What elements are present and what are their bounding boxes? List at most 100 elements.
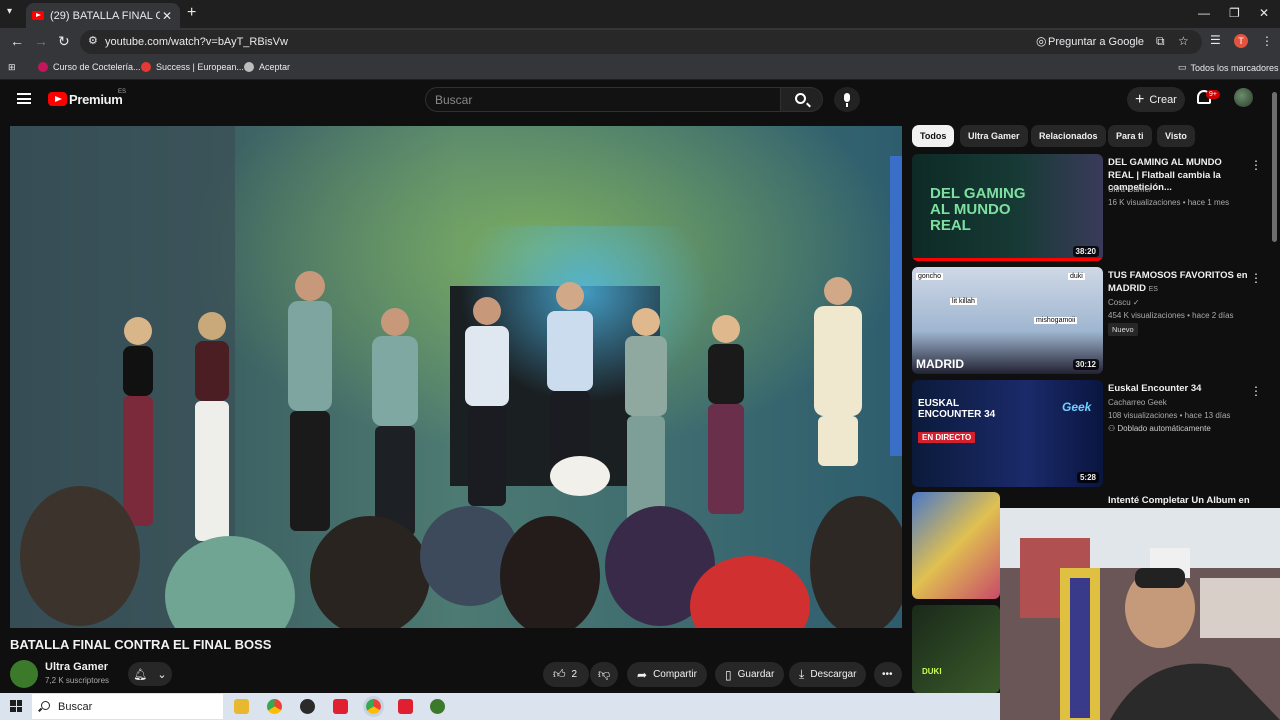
windows-taskbar: Buscar — [0, 693, 1000, 720]
subscription-bell-button[interactable]: 🔔︎ ⌄ — [128, 662, 172, 686]
browser-tab-active[interactable]: (29) BATALLA FINAL CONTRA EL FINAL BOSS … — [26, 3, 180, 28]
bookmark-icon: ▯ — [725, 667, 732, 682]
folder-icon: ▭ — [1178, 62, 1187, 72]
reload-icon[interactable]: ↻ — [58, 33, 70, 50]
chip-visto[interactable]: Visto — [1157, 125, 1195, 147]
thumbnail-label: lit killah — [950, 298, 977, 305]
region-code: ES — [118, 89, 127, 95]
youtube-premium-logo[interactable]: Premium — [69, 92, 123, 107]
restore-icon[interactable]: ❐ — [1229, 6, 1240, 20]
thumbnail-text: MADRID — [916, 357, 964, 371]
like-button[interactable]: 👍︎ 2 — [543, 662, 589, 687]
bookmark-item[interactable]: Curso de Coctelería... — [38, 62, 141, 72]
google-lens-icon[interactable]: ◎ — [1036, 34, 1046, 48]
create-label: Crear — [1149, 93, 1177, 106]
thumbnail-label: goncho — [916, 273, 943, 280]
tab-search-icon[interactable]: ▾ — [7, 6, 12, 17]
search-button[interactable] — [781, 87, 823, 112]
bookmark-label: Success | European... — [156, 62, 244, 72]
recommendation-title[interactable]: Intenté Completar Un Album en — [1108, 495, 1258, 508]
back-icon[interactable]: ← — [10, 33, 24, 49]
youtube-logo-icon[interactable] — [48, 92, 67, 106]
new-tab-icon[interactable]: + — [187, 4, 196, 22]
tab-close-icon[interactable]: ✕ — [160, 9, 174, 23]
bookmark-star-icon[interactable]: ☆ — [1178, 34, 1189, 48]
download-label: Descargar — [810, 669, 857, 680]
chrome-icon[interactable] — [267, 699, 282, 714]
voice-search-icon[interactable] — [834, 87, 860, 112]
share-label: Compartir — [653, 669, 697, 680]
create-button[interactable]: + Crear — [1127, 87, 1185, 112]
recommendation-channel[interactable]: Ultra Gamer — [1108, 183, 1152, 196]
video-player[interactable] — [10, 126, 902, 628]
thumbnail-brand: Geek — [1062, 400, 1092, 414]
more-dots-icon: ••• — [882, 669, 893, 680]
all-bookmarks[interactable]: ▭ Todos los marcadores — [1178, 62, 1279, 73]
windows-start-icon[interactable] — [10, 700, 22, 712]
chip-para-ti[interactable]: Para ti — [1108, 125, 1152, 147]
profile-avatar[interactable]: T — [1234, 34, 1248, 48]
dislike-button[interactable]: 👎︎ — [590, 662, 618, 687]
subscriber-count: 7,2 K suscriptores — [45, 676, 110, 685]
share-button[interactable]: ➦ Compartir — [627, 662, 707, 687]
app-icon[interactable] — [430, 699, 445, 714]
share-icon: ➦ — [637, 667, 648, 682]
page-scrollbar[interactable] — [1272, 92, 1277, 242]
download-button[interactable]: ⤓ Descargar — [789, 662, 867, 687]
more-options-icon[interactable]: ⋮ — [1250, 384, 1262, 398]
forward-icon[interactable]: → — [34, 33, 48, 49]
auto-dub-label: ⚇ Doblado automáticamente — [1108, 422, 1211, 435]
thumbnail-live-label: EN DIRECTO — [918, 432, 976, 443]
more-options-icon[interactable]: ⋮ — [1250, 271, 1262, 285]
reading-list-icon[interactable]: ☰ — [1210, 33, 1221, 47]
save-button[interactable]: ▯ Guardar — [715, 662, 785, 687]
video-thumbnail[interactable] — [912, 492, 1000, 599]
site-info-icon[interactable]: ⚙ — [88, 34, 98, 47]
recommendation-title[interactable]: TUS FAMOSOS FAVORITOS en MADRID ES — [1108, 270, 1248, 296]
video-thumbnail[interactable]: EUSKAL ENCOUNTER 34 EN DIRECTO Geek 5:28 — [912, 380, 1103, 487]
video-thumbnail[interactable]: DUKI — [912, 605, 1000, 693]
channel-avatar[interactable] — [10, 660, 38, 688]
install-app-icon[interactable]: ⧉ — [1156, 34, 1165, 49]
recommendation-channel[interactable]: Coscu ✓ — [1108, 296, 1140, 309]
account-avatar[interactable] — [1234, 88, 1253, 107]
more-options-icon[interactable]: ⋮ — [1250, 158, 1262, 172]
youtube-favicon-icon — [32, 11, 44, 20]
chip-ultra-gamer[interactable]: Ultra Gamer — [960, 125, 1028, 147]
notifications-badge: 9+ — [1206, 90, 1220, 99]
video-thumbnail[interactable]: goncho duki lit killah mishogamoii MADRI… — [912, 267, 1103, 374]
search-input[interactable]: Buscar — [425, 87, 781, 112]
bookmark-favicon-icon — [141, 62, 151, 72]
search-icon — [795, 93, 806, 104]
app-icon[interactable] — [333, 699, 348, 714]
app-icon[interactable] — [398, 699, 413, 714]
bookmark-item[interactable]: Aceptar — [244, 62, 290, 72]
recommendation-item[interactable]: goncho duki lit killah mishogamoii MADRI… — [912, 267, 1274, 374]
save-label: Guardar — [737, 669, 775, 680]
minimize-icon[interactable]: — — [1198, 6, 1210, 20]
file-explorer-icon[interactable] — [234, 699, 249, 714]
channel-name[interactable]: Ultra Gamer — [45, 661, 108, 673]
watch-progress-bar — [912, 258, 1103, 261]
video-thumbnail[interactable]: DEL GAMING AL MUNDO REAL 38:20 — [912, 154, 1103, 261]
webcam-feed — [1000, 508, 1280, 720]
chrome-active-icon[interactable] — [363, 696, 384, 717]
taskbar-search-input[interactable]: Buscar — [32, 694, 223, 719]
recommendation-channel[interactable]: Cacharreo Geek — [1108, 396, 1167, 409]
more-actions-button[interactable]: ••• — [874, 662, 902, 687]
bookmark-item[interactable]: Success | European... — [141, 62, 244, 72]
recommendation-item[interactable]: DEL GAMING AL MUNDO REAL 38:20 DEL GAMIN… — [912, 154, 1274, 261]
menu-icon[interactable] — [17, 93, 31, 104]
window-close-icon[interactable]: ✕ — [1259, 6, 1269, 20]
browser-menu-icon[interactable]: ⋮ — [1261, 34, 1273, 48]
chip-relacionados[interactable]: Relacionados — [1031, 125, 1106, 147]
tab-title: (29) BATALLA FINAL CONTRA EL FINAL BOSS — [50, 9, 160, 22]
recommendation-item[interactable]: EUSKAL ENCOUNTER 34 EN DIRECTO Geek 5:28… — [912, 380, 1274, 487]
ask-google-button[interactable]: Preguntar a Google — [1048, 36, 1144, 48]
recommendation-title[interactable]: Euskal Encounter 34 — [1108, 383, 1248, 396]
obs-icon[interactable] — [300, 699, 315, 714]
apps-grid-icon[interactable]: ⊞ — [8, 62, 16, 73]
download-icon: ⤓ — [799, 667, 805, 681]
chip-todos[interactable]: Todos — [912, 125, 955, 147]
address-bar[interactable]: ⚙ youtube.com/watch?v=bAyT_RBisVw ◎ Preg… — [80, 30, 1202, 54]
